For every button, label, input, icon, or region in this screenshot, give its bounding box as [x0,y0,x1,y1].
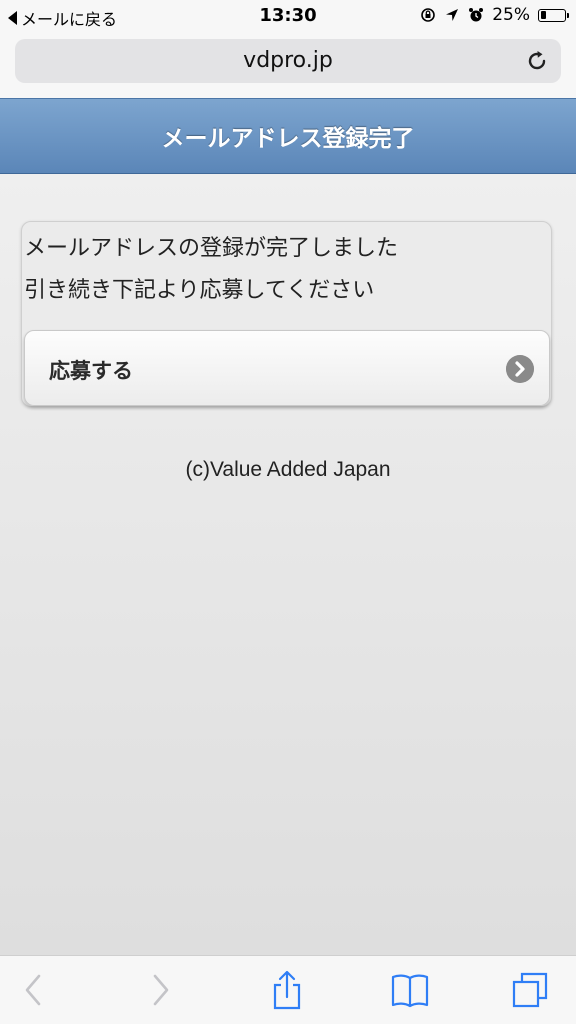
rotation-lock-icon [421,8,436,22]
message-line-1: メールアドレスの登録が完了しました [24,236,399,261]
status-bar: メールに戻る 13:30 25% [0,0,576,34]
url-text: vdpro.jp [243,48,333,73]
page-title: メールアドレス登録完了 [161,126,415,152]
copyright-text: (c)Value Added Japan [185,458,391,481]
tabs-icon[interactable] [510,970,550,1010]
status-indicators: 25% [420,5,569,25]
message-line-2: 引き続き下記より応募してください [24,278,375,303]
location-icon [446,9,459,21]
page-content: メールアドレスの登録が完了しました 引き続き下記より応募してください 応募する … [0,174,576,955]
reload-icon[interactable] [525,49,549,73]
apply-button[interactable]: 応募する [24,330,550,406]
browser-toolbar [0,955,576,1024]
battery-percent: 25% [492,5,530,25]
browser-address-area: vdpro.jp [0,34,576,98]
completion-message: メールアドレスの登録が完了しました 引き続き下記より応募してください [24,228,398,312]
address-bar[interactable]: vdpro.jp [15,39,561,83]
forward-icon[interactable] [140,970,180,1010]
share-icon[interactable] [267,970,307,1010]
back-icon[interactable] [14,970,54,1010]
bookmarks-icon[interactable] [390,970,430,1010]
battery-icon [538,8,569,22]
completion-card: メールアドレスの登録が完了しました 引き続き下記より応募してください 応募する [21,221,552,407]
apply-button-label: 応募する [49,359,133,383]
page-header: メールアドレス登録完了 [0,98,576,174]
alarm-icon [469,8,484,22]
chevron-right-circle-icon [506,355,534,383]
